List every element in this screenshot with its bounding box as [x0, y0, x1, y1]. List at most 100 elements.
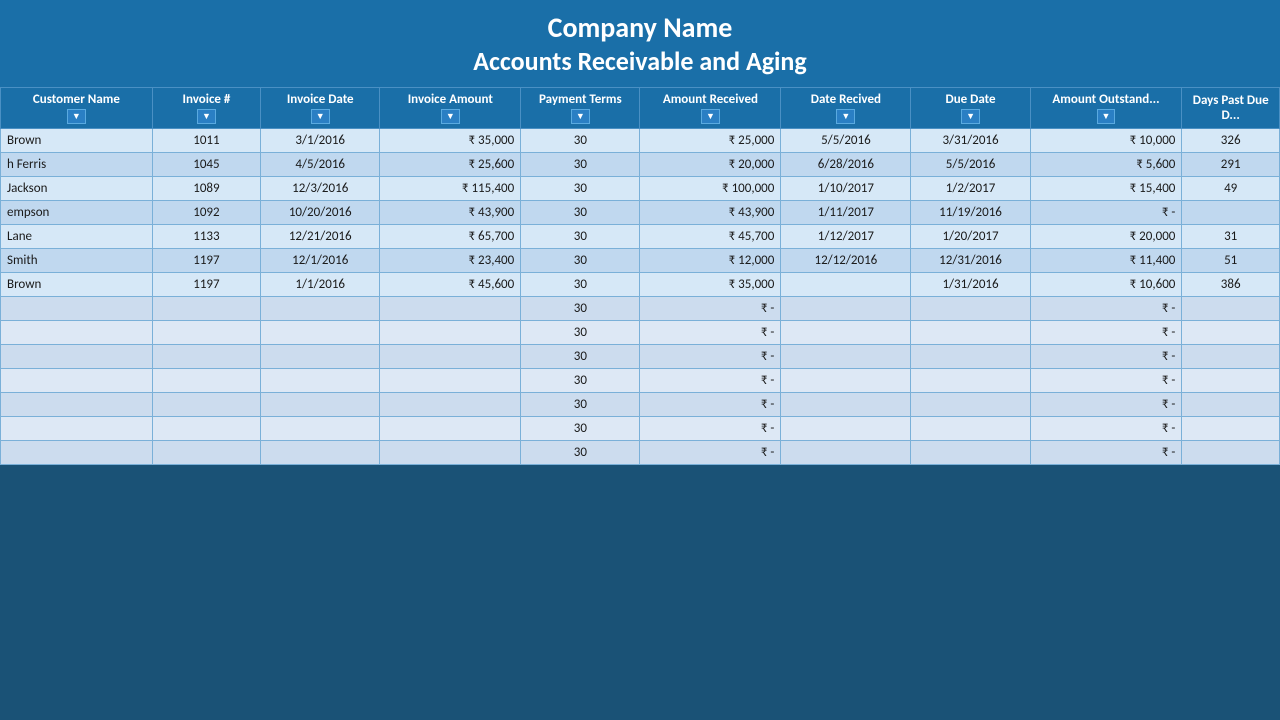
- cell-invoice_amount: ₹ 45,600: [380, 273, 521, 297]
- cell-payment_terms: 30: [521, 297, 640, 321]
- cell-invoice_num: 1045: [152, 153, 260, 177]
- payment-terms-dropdown[interactable]: ▼: [571, 109, 590, 124]
- cell-amount_outstanding: ₹ -: [1030, 441, 1182, 465]
- cell-customer: [1, 321, 153, 345]
- customer-dropdown[interactable]: ▼: [67, 109, 86, 124]
- cell-invoice_amount: [380, 369, 521, 393]
- cell-customer: Brown: [1, 129, 153, 153]
- cell-due_date: [911, 345, 1030, 369]
- cell-invoice_num: [152, 345, 260, 369]
- cell-customer: [1, 441, 153, 465]
- cell-amount_outstanding: ₹ -: [1030, 393, 1182, 417]
- col-header-amount-received: Amount Received ▼: [640, 88, 781, 129]
- cell-date_received: [781, 441, 911, 465]
- cell-invoice_amount: [380, 345, 521, 369]
- cell-payment_terms: 30: [521, 201, 640, 225]
- cell-amount_outstanding: ₹ 11,400: [1030, 249, 1182, 273]
- cell-invoice_date: 12/1/2016: [261, 249, 380, 273]
- cell-amount_outstanding: ₹ -: [1030, 369, 1182, 393]
- cell-days_past_due: [1182, 345, 1280, 369]
- cell-invoice_amount: [380, 321, 521, 345]
- table-row: 30₹ -₹ -: [1, 441, 1280, 465]
- cell-invoice_num: 1133: [152, 225, 260, 249]
- invoice-date-dropdown[interactable]: ▼: [311, 109, 330, 124]
- amount-received-dropdown[interactable]: ▼: [701, 109, 720, 124]
- cell-amount_received: ₹ -: [640, 345, 781, 369]
- cell-invoice_date: 3/1/2016: [261, 129, 380, 153]
- cell-due_date: 5/5/2016: [911, 153, 1030, 177]
- cell-invoice_date: [261, 369, 380, 393]
- date-received-dropdown[interactable]: ▼: [836, 109, 855, 124]
- cell-days_past_due: 31: [1182, 225, 1280, 249]
- cell-amount_received: ₹ 100,000: [640, 177, 781, 201]
- table-row: 30₹ -₹ -: [1, 417, 1280, 441]
- col-header-amount-outstanding: Amount Outstand... ▼: [1030, 88, 1182, 129]
- cell-due_date: 1/20/2017: [911, 225, 1030, 249]
- cell-amount_outstanding: ₹ 10,000: [1030, 129, 1182, 153]
- cell-due_date: [911, 369, 1030, 393]
- cell-customer: [1, 297, 153, 321]
- cell-amount_received: ₹ -: [640, 393, 781, 417]
- cell-invoice_amount: [380, 393, 521, 417]
- cell-date_received: [781, 393, 911, 417]
- table-row: Brown11971/1/2016₹ 45,60030₹ 35,0001/31/…: [1, 273, 1280, 297]
- invoice-num-dropdown[interactable]: ▼: [197, 109, 216, 124]
- cell-invoice_date: [261, 393, 380, 417]
- cell-due_date: [911, 441, 1030, 465]
- cell-customer: [1, 345, 153, 369]
- cell-invoice_amount: ₹ 43,900: [380, 201, 521, 225]
- cell-payment_terms: 30: [521, 129, 640, 153]
- cell-amount_outstanding: ₹ 15,400: [1030, 177, 1182, 201]
- cell-customer: Lane: [1, 225, 153, 249]
- cell-invoice_amount: ₹ 35,000: [380, 129, 521, 153]
- cell-invoice_num: 1011: [152, 129, 260, 153]
- cell-invoice_amount: ₹ 25,600: [380, 153, 521, 177]
- cell-date_received: [781, 297, 911, 321]
- table-row: h Ferris10454/5/2016₹ 25,60030₹ 20,0006/…: [1, 153, 1280, 177]
- cell-invoice_date: [261, 345, 380, 369]
- cell-invoice_amount: ₹ 115,400: [380, 177, 521, 201]
- cell-invoice_date: 1/1/2016: [261, 273, 380, 297]
- cell-date_received: [781, 345, 911, 369]
- cell-due_date: 11/19/2016: [911, 201, 1030, 225]
- cell-invoice_num: [152, 393, 260, 417]
- cell-customer: [1, 417, 153, 441]
- cell-amount_received: ₹ 35,000: [640, 273, 781, 297]
- cell-customer: [1, 393, 153, 417]
- cell-payment_terms: 30: [521, 417, 640, 441]
- cell-payment_terms: 30: [521, 153, 640, 177]
- report-title: Accounts Receivable and Aging: [0, 45, 1280, 83]
- cell-invoice_date: [261, 441, 380, 465]
- invoice-amount-dropdown[interactable]: ▼: [441, 109, 460, 124]
- cell-customer: h Ferris: [1, 153, 153, 177]
- cell-customer: Brown: [1, 273, 153, 297]
- col-header-days-past-due: Days Past Due D...: [1182, 88, 1280, 129]
- cell-days_past_due: [1182, 393, 1280, 417]
- cell-payment_terms: 30: [521, 345, 640, 369]
- cell-customer: Jackson: [1, 177, 153, 201]
- cell-invoice_date: 10/20/2016: [261, 201, 380, 225]
- col-header-customer: Customer Name ▼: [1, 88, 153, 129]
- table-header-row: Customer Name ▼ Invoice # ▼ Invoice Date…: [1, 88, 1280, 129]
- cell-invoice_num: [152, 417, 260, 441]
- cell-days_past_due: [1182, 297, 1280, 321]
- cell-due_date: [911, 417, 1030, 441]
- cell-amount_received: ₹ 12,000: [640, 249, 781, 273]
- cell-amount_outstanding: ₹ -: [1030, 201, 1182, 225]
- amount-outstanding-dropdown[interactable]: ▼: [1097, 109, 1116, 124]
- cell-invoice_num: [152, 369, 260, 393]
- company-name: Company Name: [0, 10, 1280, 45]
- cell-days_past_due: 291: [1182, 153, 1280, 177]
- cell-due_date: 1/31/2016: [911, 273, 1030, 297]
- cell-payment_terms: 30: [521, 441, 640, 465]
- cell-due_date: 1/2/2017: [911, 177, 1030, 201]
- cell-days_past_due: 326: [1182, 129, 1280, 153]
- cell-days_past_due: [1182, 417, 1280, 441]
- cell-invoice_num: [152, 297, 260, 321]
- cell-amount_received: ₹ 45,700: [640, 225, 781, 249]
- cell-amount_outstanding: ₹ 5,600: [1030, 153, 1182, 177]
- cell-invoice_date: 12/3/2016: [261, 177, 380, 201]
- due-date-dropdown[interactable]: ▼: [961, 109, 980, 124]
- col-header-invoice-amount: Invoice Amount ▼: [380, 88, 521, 129]
- table-row: Lane113312/21/2016₹ 65,70030₹ 45,7001/12…: [1, 225, 1280, 249]
